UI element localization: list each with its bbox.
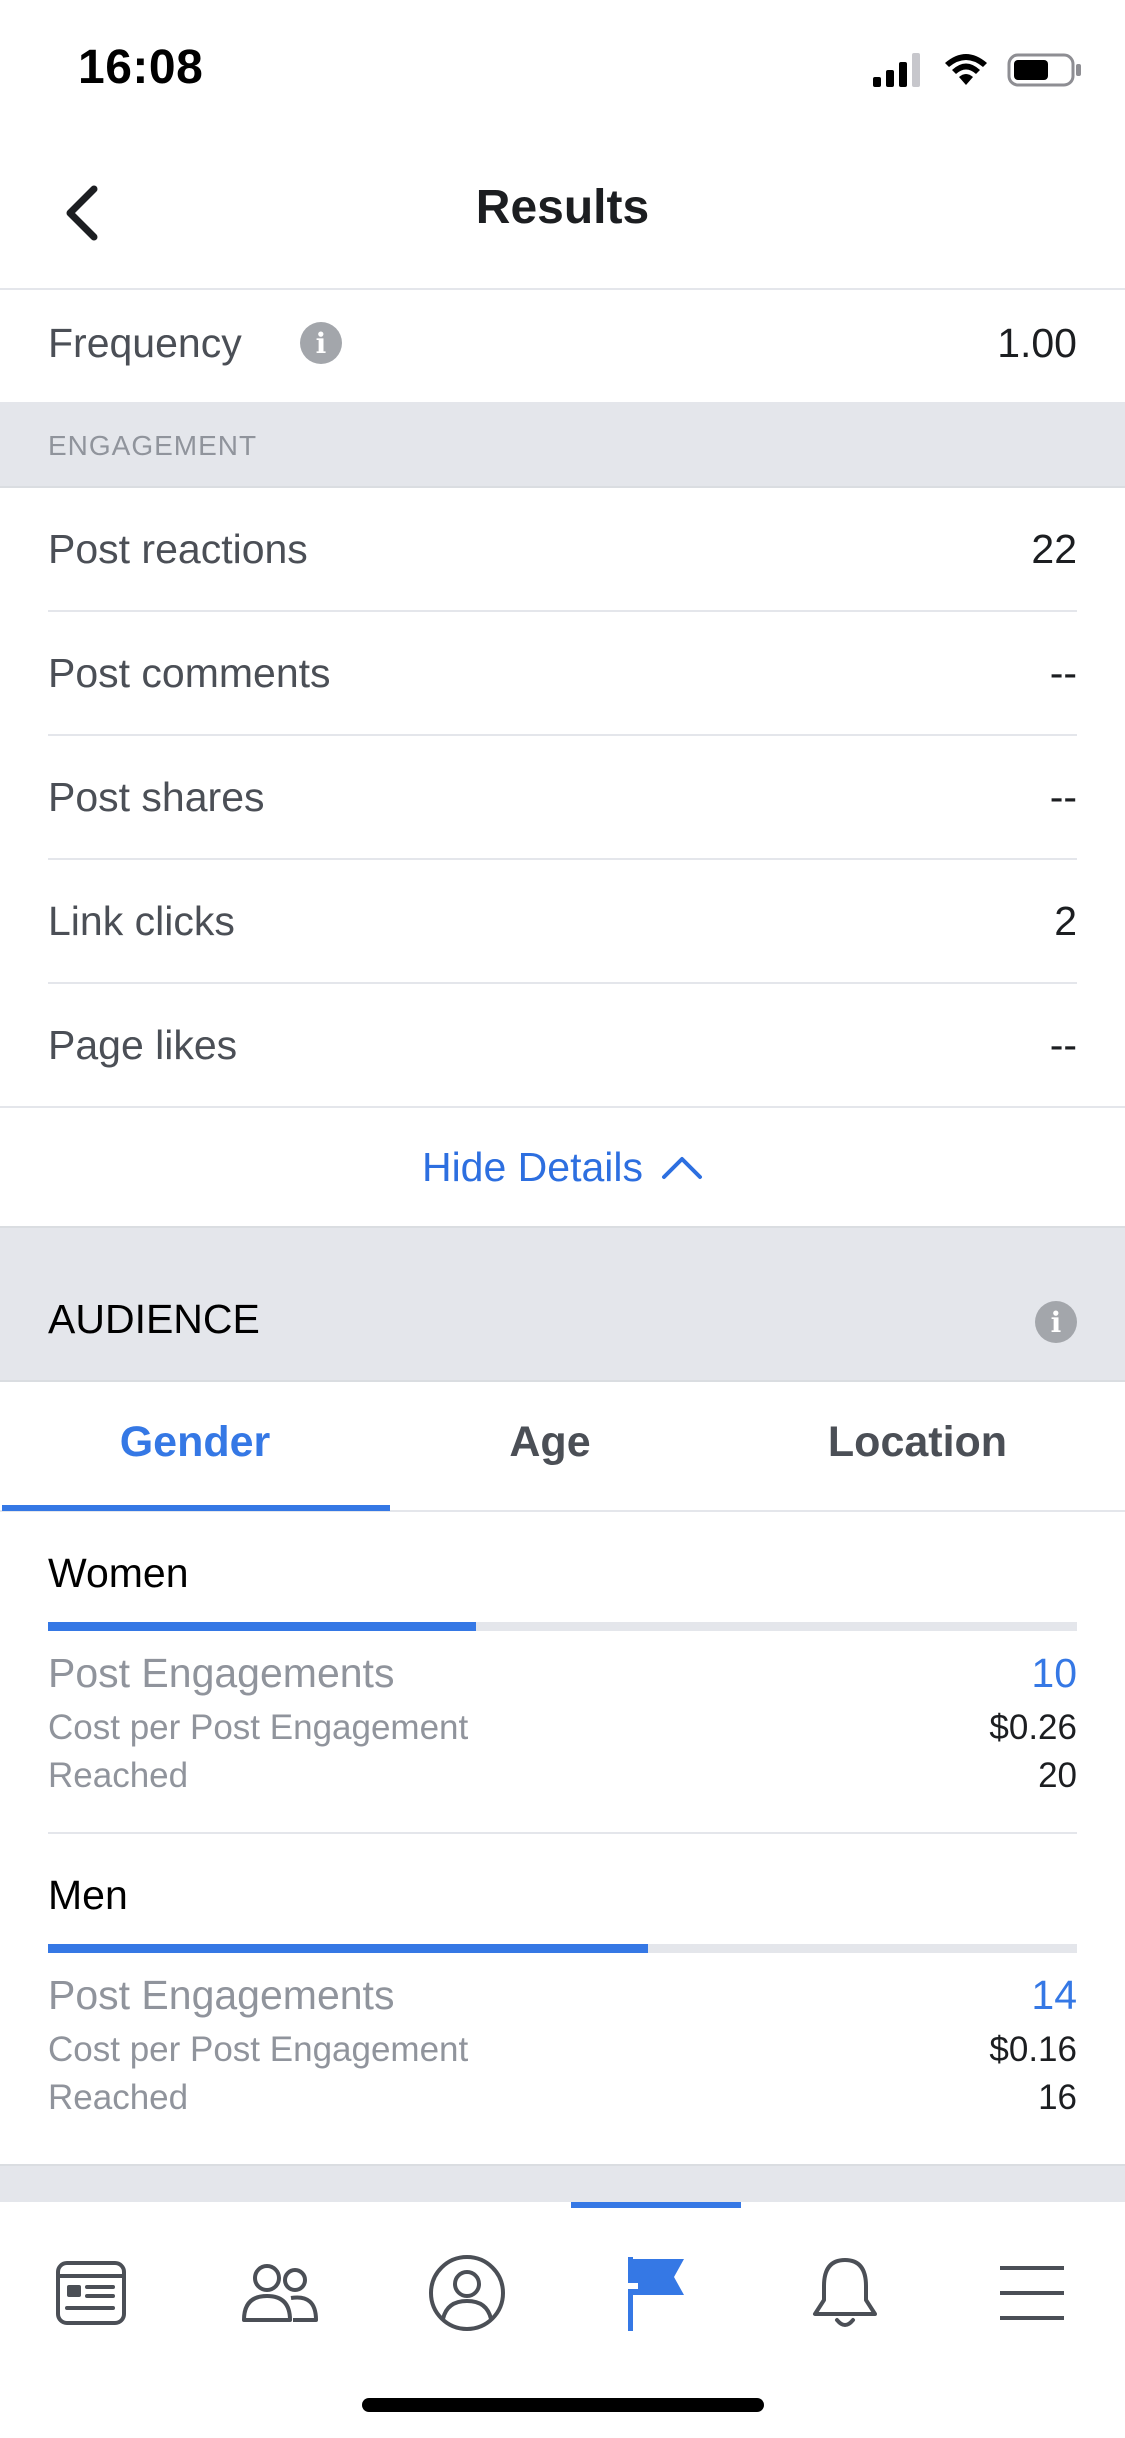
battery-icon (1007, 53, 1081, 87)
status-icons (873, 50, 1083, 90)
tab-profile[interactable] (412, 2238, 522, 2348)
post-reactions-label: Post reactions (48, 526, 308, 572)
reached-value: 20 (1038, 1756, 1077, 1795)
link-clicks-value: 2 (1054, 898, 1077, 944)
tab-pages[interactable] (601, 2238, 711, 2348)
active-tab-indicator (2, 1505, 390, 1511)
cost-per-engagement-label: Cost per Post Engagement (48, 1708, 469, 1747)
men-share-bar (48, 1944, 1077, 1953)
tab-news-feed[interactable] (36, 2238, 146, 2348)
group-name: Women (48, 1550, 189, 1596)
post-engagements-value: 14 (1031, 1972, 1077, 2018)
list-item: Page likes -- (0, 984, 1125, 1108)
hide-details-label: Hide Details (421, 1143, 644, 1190)
cost-per-engagement-value: $0.26 (989, 1708, 1077, 1747)
profile-icon (429, 2255, 505, 2331)
post-engagements-value: 10 (1031, 1650, 1077, 1696)
audience-group-women: Women Post Engagements 10 Cost per Post … (0, 1512, 1125, 1832)
frequency-info-icon[interactable]: i (300, 322, 342, 364)
list-item: Link clicks 2 (0, 860, 1125, 984)
frequency-label: Frequency (48, 320, 242, 366)
active-tab-bar-indicator (571, 2202, 741, 2208)
page-likes-label: Page likes (48, 1022, 238, 1068)
news-feed-icon (56, 2261, 126, 2325)
list-item: Post comments -- (0, 612, 1125, 736)
post-comments-value: -- (1049, 650, 1077, 696)
reached-label: Reached (48, 1756, 189, 1795)
post-engagements-label: Post Engagements (48, 1650, 395, 1696)
page-likes-value: -- (1049, 1022, 1077, 1068)
reached-label: Reached (48, 2078, 189, 2117)
section-separator (0, 2164, 1125, 2202)
list-item: Post reactions 22 (0, 488, 1125, 612)
post-shares-value: -- (1049, 774, 1077, 820)
cost-per-engagement-label: Cost per Post Engagement (48, 2030, 469, 2069)
tab-menu[interactable] (977, 2238, 1087, 2348)
frequency-row: Frequency i 1.00 (0, 290, 1125, 402)
tab-age[interactable]: Age (390, 1375, 710, 1510)
hide-details-button[interactable]: Hide Details (0, 1108, 1125, 1226)
audience-section-header: AUDIENCE i (0, 1226, 1125, 1382)
cost-per-engagement-value: $0.16 (989, 2030, 1077, 2069)
tab-location[interactable]: Location (710, 1375, 1125, 1510)
wifi-icon (945, 54, 987, 85)
page-title: Results (475, 181, 650, 234)
post-shares-label: Post shares (48, 774, 265, 820)
tab-friends[interactable] (225, 2238, 335, 2348)
men-share-bar-fill (48, 1944, 648, 1953)
post-reactions-value: 22 (1031, 526, 1077, 572)
cellular-signal-icon (873, 53, 920, 87)
link-clicks-label: Link clicks (48, 898, 235, 944)
pages-flag-icon (624, 2257, 684, 2331)
notifications-bell-icon (813, 2258, 877, 2327)
reached-value: 16 (1038, 2078, 1077, 2117)
friends-icon (242, 2264, 318, 2322)
status-time: 16:08 (78, 41, 204, 94)
women-share-bar-fill (48, 1622, 477, 1631)
menu-icon (1000, 2266, 1064, 2320)
engagement-section-title: ENGAGEMENT (48, 430, 258, 461)
frequency-value: 1.00 (997, 320, 1077, 366)
audience-group-men: Men Post Engagements 14 Cost per Post En… (0, 1834, 1125, 2154)
post-engagements-label: Post Engagements (48, 1972, 395, 2018)
navigation-bar: Results (0, 140, 1125, 290)
tab-notifications[interactable] (790, 2238, 900, 2348)
post-comments-label: Post comments (48, 650, 331, 696)
tab-gender[interactable]: Gender (0, 1375, 390, 1510)
women-share-bar (48, 1622, 1077, 1631)
engagement-section-header: ENGAGEMENT (0, 402, 1125, 488)
home-indicator (362, 2398, 764, 2412)
list-item: Post shares -- (0, 736, 1125, 860)
chevron-up-icon (662, 1157, 703, 1179)
group-name: Men (48, 1872, 128, 1918)
audience-info-icon[interactable]: i (1035, 1301, 1077, 1343)
audience-section-title: AUDIENCE (48, 1296, 260, 1342)
